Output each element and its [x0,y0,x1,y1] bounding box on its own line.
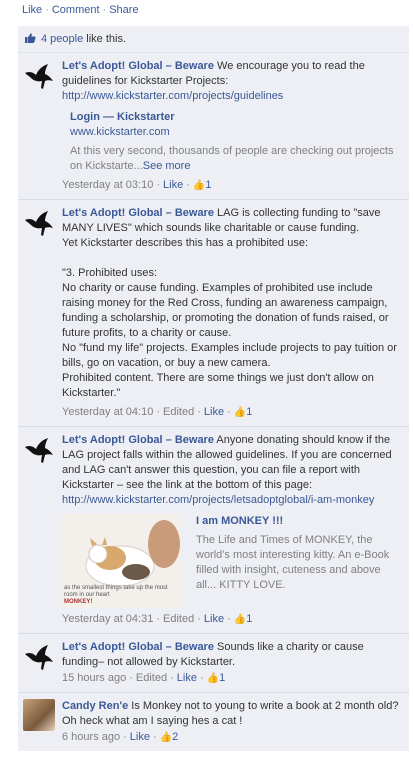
likers-link[interactable]: 4 people [41,33,83,45]
avatar[interactable] [22,699,56,733]
like-link[interactable]: Like [22,4,42,16]
thumbs-up-icon: 👍 [192,180,206,191]
thumbs-up-icon: 👍 [233,407,247,418]
preview-description: At this very second, thousands of people… [70,145,394,172]
comment: Candy Ren'e Is Monkey not to young to wr… [18,692,409,751]
separator: · [102,4,107,16]
comment: Let's Adopt! Global – Beware Anyone dona… [18,426,409,633]
kitten-photo[interactable]: as the smallest things take up the most … [62,514,182,608]
comment-like-count[interactable]: 1 [246,613,252,625]
comment: Let's Adopt! Global – Beware LAG is coll… [18,199,409,426]
comment-meta: Yesterday at 03:10 · Like · 👍1 [62,179,212,191]
comment-author[interactable]: Candy Ren'e [62,700,128,712]
preview-domain[interactable]: www.kickstarter.com [70,125,401,140]
preview-title[interactable]: Login — Kickstarter [70,110,401,125]
avatar[interactable] [22,640,56,674]
comment: Let's Adopt! Global – Beware Sounds like… [18,633,409,692]
likes-suffix: like this. [83,33,127,45]
comment-link[interactable]: http://www.kickstarter.com/projects/guid… [62,90,283,102]
comment-time[interactable]: 15 hours ago [62,672,126,684]
comment-like-link[interactable]: Like [177,672,197,684]
thumbs-up-icon: 👍 [233,614,247,625]
post-actions: Like · Comment · Share [0,0,413,20]
comment-like-count[interactable]: 1 [246,406,252,418]
comment-meta: 6 hours ago · Like · 👍2 [62,731,179,743]
comment: Let's Adopt! Global – Beware We encourag… [18,52,409,199]
comment-like-count[interactable]: 1 [219,672,225,684]
comment-author[interactable]: Let's Adopt! Global – Beware [62,434,214,446]
comment-like-count[interactable]: 1 [205,179,211,191]
comment-time[interactable]: Yesterday at 04:31 [62,613,153,625]
link-preview[interactable]: Login — Kickstarter www.kickstarter.com … [70,110,401,174]
profile-photo [23,699,55,731]
thumbs-up-icon [24,32,36,47]
comment-like-link[interactable]: Like [204,406,224,418]
separator: · [45,4,49,16]
avatar[interactable] [22,206,56,240]
comment-time[interactable]: Yesterday at 04:10 [62,406,153,418]
edited-label[interactable]: Edited [163,406,194,418]
comment-like-link[interactable]: Like [163,179,183,191]
comment-time[interactable]: 6 hours ago [62,731,120,743]
avatar[interactable] [22,59,56,93]
bird-silhouette-icon [25,438,53,463]
comment-list: Let's Adopt! Global – Beware We encourag… [18,52,409,751]
comment-link[interactable]: Comment [52,4,100,16]
comment-text: LAG is collecting funding to "save MANY … [62,207,397,399]
bird-silhouette-icon [25,645,53,670]
edited-label[interactable]: Edited [163,613,194,625]
media-preview[interactable]: as the smallest things take up the most … [62,514,401,608]
likes-summary: 4 people like this. [18,26,409,52]
comment-author[interactable]: Let's Adopt! Global – Beware [62,207,214,219]
see-more-link[interactable]: See more [143,160,191,172]
comment-meta: Yesterday at 04:31 · Edited · Like · 👍1 [62,613,253,625]
comment-like-link[interactable]: Like [204,613,224,625]
comment-like-link[interactable]: Like [130,731,150,743]
share-link[interactable]: Share [109,4,138,16]
thumbs-up-icon: 👍 [206,673,220,684]
comment-author[interactable]: Let's Adopt! Global – Beware [62,641,214,653]
edited-label[interactable]: Edited [136,672,167,684]
bird-silhouette-icon [25,64,53,89]
comment-meta: Yesterday at 04:10 · Edited · Like · 👍1 [62,406,253,418]
avatar[interactable] [22,433,56,467]
photo-caption: as the smallest things take up the most … [64,585,168,605]
comment-author[interactable]: Let's Adopt! Global – Beware [62,60,214,72]
comment-link[interactable]: http://www.kickstarter.com/projects/lets… [62,494,374,506]
comment-time[interactable]: Yesterday at 03:10 [62,179,153,191]
media-description: The Life and Times of MONKEY, the world'… [196,534,390,591]
comment-meta: 15 hours ago · Edited · Like · 👍1 [62,672,226,684]
bird-silhouette-icon [25,211,53,236]
thumbs-up-icon: 👍 [159,732,173,743]
comment-like-count[interactable]: 2 [172,731,178,743]
media-title[interactable]: I am MONKEY !!! [196,514,401,529]
